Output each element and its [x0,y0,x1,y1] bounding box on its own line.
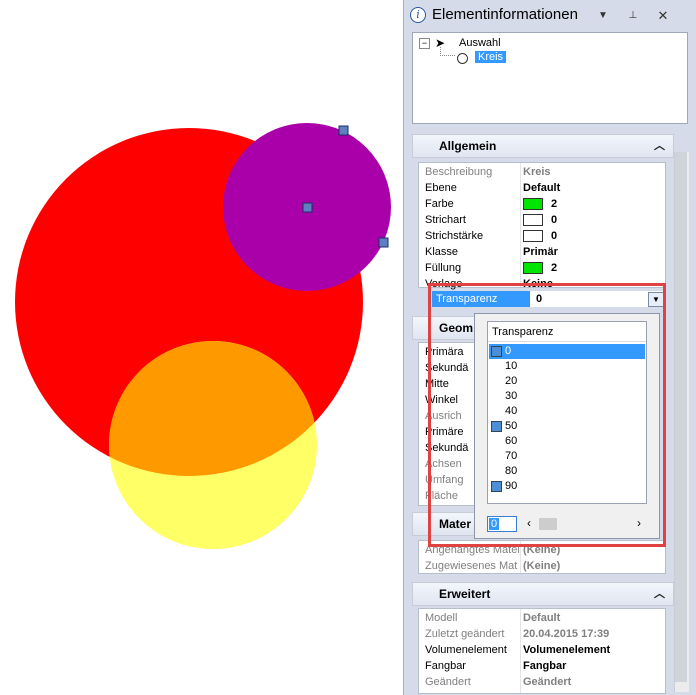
property-value[interactable]: 2 [523,260,557,276]
property-row[interactable]: Fangbar Fangbar [419,658,665,674]
color-swatch-icon [523,262,543,275]
property-value[interactable]: Geändert [523,674,571,690]
property-row[interactable]: Ebene Default [419,180,665,196]
tree-root[interactable]: Auswahl [459,37,501,49]
material-row[interactable]: Zugewiesenes Mat (Keine) [419,558,665,574]
property-value[interactable]: (Keine) [523,558,560,574]
property-value[interactable]: Volumenelement [523,642,610,658]
property-row[interactable]: Zuletzt geändert 20.04.2015 17:39 [419,626,665,642]
property-row[interactable]: Geändert Geändert [419,674,665,690]
panel-title: i Elementinformationen [410,6,690,26]
allgemein-grid: Beschreibung Kreis Ebene Default Farbe 2 Stric… [418,162,666,290]
property-row[interactable]: Strichstärke 0 [419,228,665,244]
close-icon[interactable]: ✕ [657,9,669,22]
property-label: Klasse [425,246,459,258]
selection-tree: − ➤ Auswahl Kreis [412,32,688,124]
section-allgemein[interactable]: Allgemein ︿ [412,134,674,158]
selection-handle-center[interactable] [302,202,313,213]
property-value[interactable]: 2 [523,196,557,212]
property-label: Zugewiesenes Mat [425,560,518,572]
property-label: Modell [425,612,458,624]
property-label: Geändert [425,676,471,688]
property-label: Strichstärke [425,230,484,242]
collapse-up-icon[interactable]: ︿ [654,583,665,605]
property-row[interactable]: Beschreibung Kreis [419,164,665,180]
collapse-up-icon[interactable]: ︿ [654,135,665,157]
property-label: Fangbar [425,660,466,672]
property-row[interactable]: Volumenelement Volumenelement [419,642,665,658]
tree-connector [440,47,455,56]
property-label: Volumenelement [425,644,507,656]
property-row[interactable]: Strichart 0 [419,212,665,228]
section-erweitert[interactable]: Erweitert ︿ [412,582,674,606]
drawing-canvas[interactable] [0,0,403,695]
property-row[interactable]: Klasse Primär [419,244,665,260]
property-value[interactable]: Primär [523,244,558,260]
circle-icon [457,53,468,64]
dropdown-icon[interactable]: ▼ [597,10,609,22]
color-swatch-icon [523,198,543,211]
property-label: Farbe [425,198,454,210]
color-swatch-icon [523,230,543,243]
property-value[interactable]: Default [523,180,560,196]
erweitert-grid: Modell Default Zuletzt geändert 20.04.2015 … [418,608,666,694]
property-value[interactable]: 20.04.2015 17:39 [523,626,609,642]
tree-child-kreis[interactable]: Kreis [475,51,507,63]
property-label: Füllung [425,262,462,274]
property-value[interactable]: Default [523,610,560,626]
panel-title-text: Elementinformationen [432,6,578,23]
property-label: Beschreibung [425,166,493,178]
property-row[interactable]: Farbe 2 [419,196,665,212]
property-label: Ebene [425,182,457,194]
section-allgemein-title: Allgemein [439,139,497,153]
property-value[interactable]: Kreis [523,164,551,180]
scrollbar-thumb[interactable] [675,152,687,682]
property-label: Strichart [425,214,466,226]
property-row[interactable]: Füllung 2 [419,260,665,276]
property-row[interactable]: Modell Default [419,610,665,626]
selection-handle-top[interactable] [338,125,349,136]
section-erweitert-title: Erweitert [439,587,491,601]
pin-icon[interactable]: ⊥ [627,10,639,22]
property-value[interactable]: 0 [523,228,557,244]
info-icon: i [410,7,426,24]
highlight-frame [428,283,666,547]
property-label: Zuletzt geändert [425,628,505,640]
property-value[interactable]: Fangbar [523,658,566,674]
color-swatch-icon [523,214,543,227]
collapse-icon[interactable]: − [419,38,430,49]
property-value[interactable]: 0 [523,212,557,228]
selection-handle-right[interactable] [378,237,389,248]
